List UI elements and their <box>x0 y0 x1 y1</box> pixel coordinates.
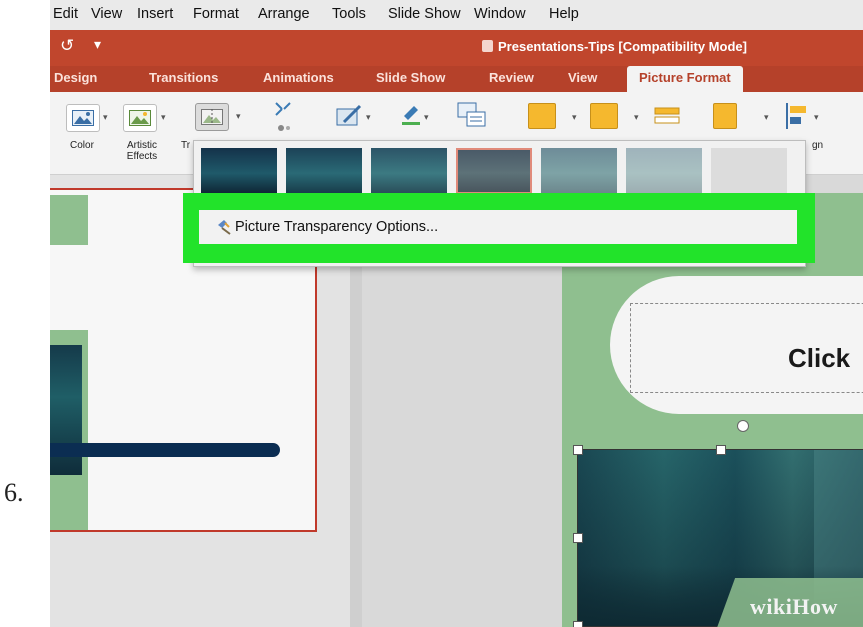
compress-pictures-icon[interactable] <box>273 100 293 134</box>
picture-styles-icon[interactable] <box>336 104 364 128</box>
picture-border-icon[interactable] <box>400 102 422 126</box>
transparency-preset-2[interactable] <box>371 148 447 194</box>
artistic-effects-label: Artistic Effects <box>126 140 158 162</box>
color-chevron-down-icon[interactable]: ▾ <box>103 112 108 123</box>
align-icon[interactable] <box>784 101 810 131</box>
send-backward-icon[interactable] <box>590 103 618 129</box>
bring-forward-chevron-down-icon[interactable]: ▾ <box>572 112 577 123</box>
transparency-preset-1[interactable] <box>286 148 362 194</box>
picture-layout-icon[interactable] <box>457 102 487 130</box>
transparency-preset-0[interactable] <box>201 148 277 194</box>
menu-window[interactable]: Window <box>474 6 526 22</box>
picture-styles-chevron-down-icon[interactable]: ▾ <box>366 112 371 123</box>
tab-animations[interactable]: Animations <box>263 70 334 85</box>
document-icon <box>482 40 493 52</box>
transparency-preset-5[interactable] <box>626 148 702 194</box>
mac-menu-bar: Edit View Insert Format Arrange Tools Sl… <box>50 0 863 31</box>
tab-transitions[interactable]: Transitions <box>149 70 218 85</box>
transparency-preset-6[interactable] <box>711 148 787 194</box>
menu-view[interactable]: View <box>91 6 122 22</box>
tab-design[interactable]: Design <box>54 70 97 85</box>
transparency-preset-4[interactable] <box>541 148 617 194</box>
color-button[interactable] <box>66 104 100 132</box>
picture-color-icon <box>72 110 94 126</box>
transparency-icon <box>201 109 223 125</box>
wikihow-watermark: wikiHow <box>750 594 838 619</box>
title-placeholder-text: Click <box>788 343 851 373</box>
tab-slide-show[interactable]: Slide Show <box>376 70 445 85</box>
selection-pane-icon[interactable] <box>653 104 683 128</box>
transparency-label: Tr <box>181 140 191 151</box>
transparency-chevron-down-icon[interactable]: ▾ <box>236 111 241 122</box>
title-bar: ↺ ▾ Presentations-Tips [Compatibility Mo… <box>50 30 863 66</box>
menu-help[interactable]: Help <box>549 6 579 22</box>
align-label: gn <box>812 140 824 151</box>
ribbon-tabs: Design Transitions Animations Slide Show… <box>50 66 863 92</box>
artistic-effects-icon <box>129 110 151 126</box>
transparency-preset-3[interactable] <box>456 148 532 194</box>
artistic-effects-chevron-down-icon[interactable]: ▾ <box>161 112 166 123</box>
tab-review[interactable]: Review <box>489 70 534 85</box>
rotate-handle-icon[interactable] <box>737 420 749 432</box>
resize-handle-left[interactable] <box>573 533 583 543</box>
picture-border-chevron-down-icon[interactable]: ▾ <box>424 112 429 123</box>
tab-view[interactable]: View <box>568 70 597 85</box>
document-title: Presentations-Tips [Compatibility Mode] <box>482 39 747 54</box>
resize-handle-top-left[interactable] <box>573 445 583 455</box>
picture-transparency-options-label: Picture Transparency Options... <box>235 219 439 235</box>
thumbnail-title-bar <box>50 443 280 457</box>
menu-format[interactable]: Format <box>193 6 239 22</box>
rotate-icon[interactable] <box>713 103 737 129</box>
artistic-effects-button[interactable] <box>123 104 157 132</box>
transparency-button[interactable] <box>195 103 229 131</box>
menu-edit[interactable]: Edit <box>53 6 78 22</box>
align-chevron-down-icon[interactable]: ▾ <box>814 112 819 123</box>
customize-toolbar-icon[interactable]: ▾ <box>94 36 101 53</box>
tab-picture-format[interactable]: Picture Format <box>627 66 743 92</box>
bring-forward-icon[interactable] <box>528 103 556 129</box>
undo-icon[interactable]: ↺ <box>60 36 74 56</box>
color-label: Color <box>70 140 94 151</box>
send-backward-chevron-down-icon[interactable]: ▾ <box>634 112 639 123</box>
menu-slide-show[interactable]: Slide Show <box>388 6 461 22</box>
menu-tools[interactable]: Tools <box>332 6 366 22</box>
menu-insert[interactable]: Insert <box>137 6 173 22</box>
document-title-text: Presentations-Tips [Compatibility Mode] <box>498 39 747 54</box>
powerpoint-window: Edit View Insert Format Arrange Tools Sl… <box>50 0 863 627</box>
picture-transparency-options-item[interactable]: Picture Transparency Options... <box>199 210 797 244</box>
step-number: 6. <box>4 478 24 507</box>
resize-handle-bottom-left[interactable] <box>573 621 583 627</box>
resize-handle-top[interactable] <box>716 445 726 455</box>
rotate-chevron-down-icon[interactable]: ▾ <box>764 112 769 123</box>
paint-brush-icon <box>218 220 231 235</box>
thumbnail-green-block <box>50 195 88 245</box>
menu-arrange[interactable]: Arrange <box>258 6 310 22</box>
